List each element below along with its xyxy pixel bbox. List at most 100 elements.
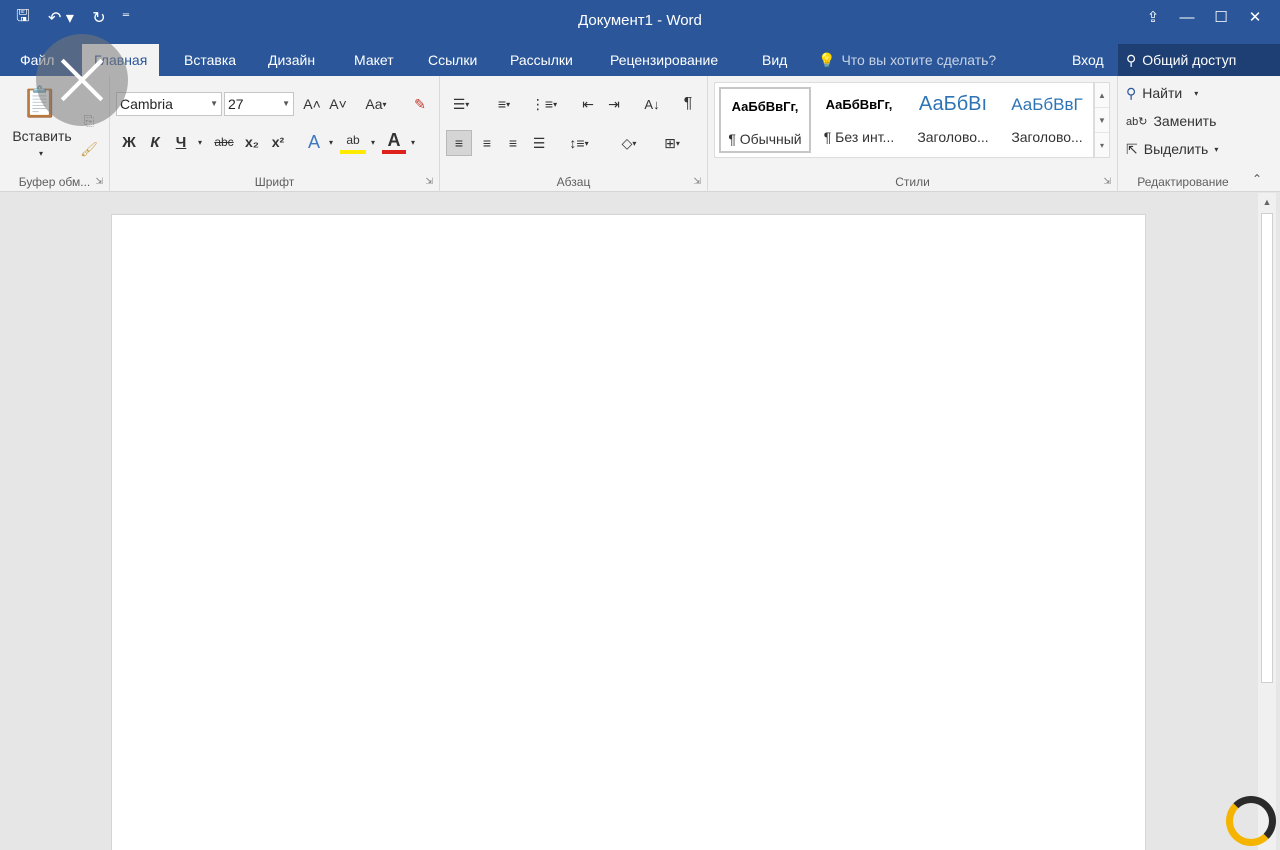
window-controls: ⇪ — ☐ ✕: [1136, 4, 1272, 30]
style-heading-1[interactable]: АаБбВı Заголово...: [907, 87, 999, 153]
tell-me-box[interactable]: 💡 Что вы хотите сделать?: [818, 44, 996, 76]
style-name: Заголово...: [1011, 129, 1083, 145]
align-left-icon[interactable]: ≡: [446, 130, 472, 156]
line-spacing-icon[interactable]: ↕≡ ▾: [560, 130, 598, 156]
change-case-label: Aa: [365, 96, 383, 112]
scroll-up-icon[interactable]: ▲: [1258, 193, 1276, 211]
scrollbar-thumb[interactable]: [1261, 213, 1273, 683]
underline-button[interactable]: Ч: [170, 130, 192, 154]
sort-button[interactable]: A↓: [640, 92, 664, 116]
tell-me-text: Что вы хотите сделать?: [841, 52, 997, 68]
ribbon: 📋 Вставить ▾ ⎘ 🖌 Буфер обм... ⇲ Cambria …: [0, 76, 1280, 192]
style-name: ¶ Обычный: [728, 131, 802, 147]
tab-mailings[interactable]: Рассылки: [498, 44, 585, 76]
style-preview: АаБбВвГ: [1011, 95, 1083, 114]
font-group-label: Шрифт: [254, 175, 295, 189]
title-bar: 🖫 ↶ ▾ ↻ ⁼ Документ1 - Word ⇪ — ☐ ✕: [0, 0, 1280, 44]
tab-references[interactable]: Ссылки: [416, 44, 489, 76]
chevron-down-icon: ▼: [282, 99, 290, 108]
align-center-icon[interactable]: ≡: [474, 130, 500, 156]
paragraph-launcher-icon[interactable]: ⇲: [693, 176, 701, 187]
tab-design[interactable]: Дизайн: [256, 44, 327, 76]
search-icon: ⚲: [1126, 84, 1137, 101]
decrease-indent-icon[interactable]: ⇤: [576, 92, 600, 116]
clipboard-group-label: Буфер обм...: [18, 175, 91, 189]
chevron-down-icon[interactable]: ▼: [1095, 108, 1109, 133]
align-right-icon[interactable]: ≡: [500, 130, 526, 156]
font-launcher-icon[interactable]: ⇲: [425, 176, 433, 187]
font-name-combo[interactable]: Cambria ▼: [116, 92, 222, 116]
highlight-dropdown-icon[interactable]: ▾: [368, 130, 378, 154]
strikethrough-button[interactable]: abc: [210, 130, 238, 154]
multilevel-list-icon[interactable]: ⋮≡ ▾: [526, 92, 562, 116]
numbering-icon[interactable]: ≡ ▾: [486, 92, 522, 116]
borders-icon[interactable]: ⊞ ▾: [652, 130, 692, 156]
bullets-icon[interactable]: ☰ ▾: [446, 92, 476, 116]
minimize-button[interactable]: —: [1170, 4, 1204, 30]
italic-button[interactable]: К: [144, 130, 166, 154]
maximize-button[interactable]: ☐: [1204, 4, 1238, 30]
font-size-combo[interactable]: 27 ▼: [224, 92, 294, 116]
font-color-dropdown-icon[interactable]: ▾: [408, 130, 418, 154]
chevron-down-icon: ▾: [1194, 88, 1199, 98]
font-size-value: 27: [228, 96, 244, 112]
tab-view[interactable]: Вид: [750, 44, 799, 76]
style-name: ¶ Без инт...: [823, 129, 895, 145]
grow-font-button[interactable]: A˄: [300, 92, 324, 116]
paste-button[interactable]: Вставить: [4, 126, 80, 146]
clear-formatting-icon[interactable]: ✎: [408, 92, 432, 116]
format-painter-icon[interactable]: 🖌: [78, 138, 100, 160]
highlight-button[interactable]: ab: [340, 130, 366, 154]
tab-layout[interactable]: Макет: [342, 44, 406, 76]
share-button[interactable]: ⚲ Общий доступ: [1118, 44, 1280, 76]
text-effects-button[interactable]: A: [302, 130, 326, 154]
select-label: Выделить: [1143, 141, 1209, 157]
style-heading-2[interactable]: АаБбВвГ Заголово...: [1001, 87, 1093, 153]
editing-group-label: Редактирование: [1137, 175, 1229, 189]
styles-launcher-icon[interactable]: ⇲: [1103, 176, 1111, 187]
subscript-button[interactable]: x₂: [240, 130, 264, 154]
font-name-value: Cambria: [120, 96, 173, 112]
chevron-up-icon[interactable]: ▲: [1095, 83, 1109, 108]
corner-logo-icon: [1226, 796, 1276, 846]
font-color-button[interactable]: A: [382, 130, 406, 154]
more-styles-icon[interactable]: ▾: [1095, 133, 1109, 158]
styles-gallery: АаБбВвГг, ¶ Обычный АаБбВвГг, ¶ Без инт.…: [714, 82, 1094, 158]
clipboard-launcher-icon[interactable]: ⇲: [95, 176, 103, 187]
style-preview: АаБбВвГг,: [825, 97, 893, 112]
share-label: Общий доступ: [1142, 52, 1237, 68]
text-effects-dropdown-icon[interactable]: ▾: [326, 130, 336, 154]
style-preview: АаБбВвГг,: [731, 99, 799, 114]
justify-icon[interactable]: ☰: [526, 130, 552, 156]
paragraph-group: ☰ ▾ ≡ ▾ ⋮≡ ▾ ⇤ ⇥ A↓ ¶ ≡ ≡ ≡ ☰ ↕≡ ▾ ◇ ▾ ⊞ ▾ Абз…: [440, 76, 708, 192]
chevron-down-icon: ▾: [1214, 144, 1219, 154]
tab-insert[interactable]: Вставка: [172, 44, 248, 76]
show-formatting-button[interactable]: ¶: [676, 92, 700, 116]
tab-review[interactable]: Рецензирование: [598, 44, 730, 76]
sign-in-link[interactable]: Вход: [1072, 44, 1104, 76]
increase-indent-icon[interactable]: ⇥: [602, 92, 626, 116]
replace-button[interactable]: ab↻ Заменить: [1126, 110, 1216, 132]
replace-icon: ab↻: [1126, 115, 1148, 128]
person-icon: ⚲: [1126, 51, 1137, 68]
ribbon-display-options-icon[interactable]: ⇪: [1136, 4, 1170, 30]
paste-dropdown-icon[interactable]: ▾: [34, 146, 48, 160]
bold-button[interactable]: Ж: [118, 130, 140, 154]
close-overlay-icon[interactable]: [36, 34, 128, 126]
style-no-spacing[interactable]: АаБбВвГг, ¶ Без инт...: [813, 87, 905, 153]
vertical-scrollbar[interactable]: ▲: [1258, 193, 1276, 850]
document-page[interactable]: [111, 214, 1146, 850]
shading-icon[interactable]: ◇ ▾: [610, 130, 648, 156]
superscript-button[interactable]: x²: [266, 130, 290, 154]
style-normal[interactable]: АаБбВвГг, ¶ Обычный: [719, 87, 811, 153]
collapse-ribbon-icon[interactable]: ⌃: [1252, 172, 1262, 186]
underline-dropdown-icon[interactable]: ▾: [194, 130, 206, 154]
lightbulb-icon: 💡: [818, 52, 836, 68]
change-case-button[interactable]: Aa ▾: [358, 92, 394, 116]
styles-gallery-scroll: ▲ ▼ ▾: [1094, 82, 1110, 158]
find-button[interactable]: ⚲ Найти ▾: [1126, 82, 1198, 104]
select-button[interactable]: ⇱ Выделить ▾: [1126, 138, 1218, 160]
close-button[interactable]: ✕: [1238, 4, 1272, 30]
ribbon-tabs: Файл Главная Вставка Дизайн Макет Ссылки…: [0, 44, 1280, 76]
shrink-font-button[interactable]: A˅: [326, 92, 350, 116]
